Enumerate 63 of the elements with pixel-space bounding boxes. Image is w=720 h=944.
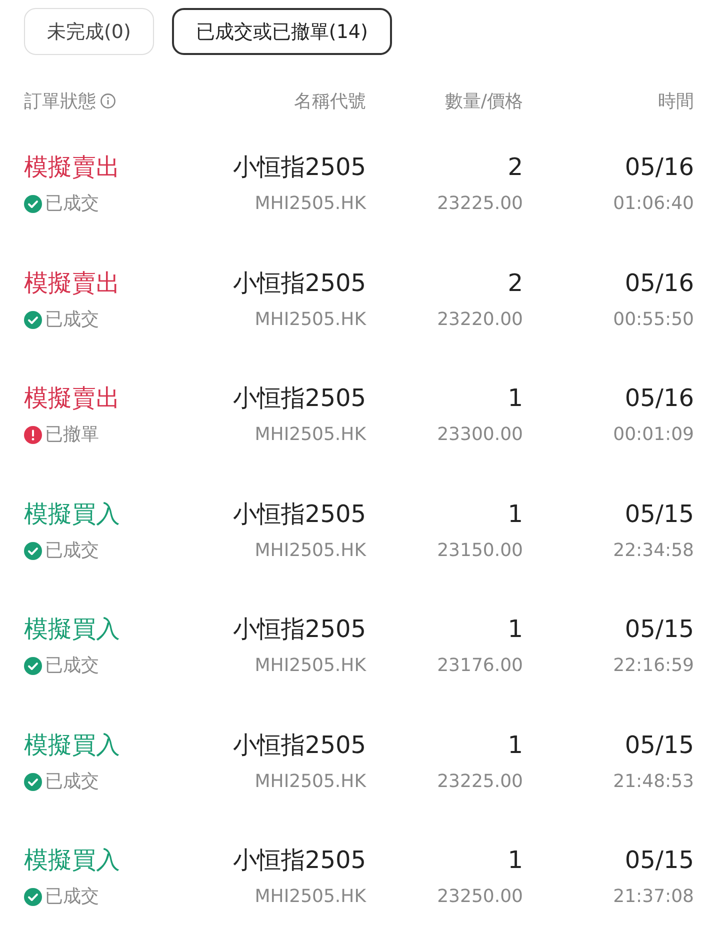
order-quantity: 1 [508, 730, 523, 760]
order-status: 已成交 [45, 192, 99, 216]
product-code: MHI2505.HK [254, 308, 366, 332]
column-header: 時間 [658, 90, 694, 113]
order-status: 已成交 [45, 538, 99, 562]
order-quantity: 1 [508, 383, 523, 414]
order-date: 05/15 [624, 498, 694, 530]
product-code: MHI2505.HK [254, 885, 366, 909]
order-quantity: 1 [508, 498, 523, 530]
order-price: 23225.00 [437, 770, 523, 794]
product-name: 小恒指2505 [232, 268, 366, 298]
order-quantity: 2 [508, 268, 523, 298]
product-name: 小恒指2505 [232, 498, 366, 530]
column-header: 數量/價格 [444, 90, 523, 113]
order-side: 模擬賣出 [24, 152, 120, 183]
order-status: 已成交 [45, 654, 99, 678]
order-side: 模擬買入 [24, 614, 120, 645]
product-code: MHI2505.HK [254, 654, 366, 678]
order-date: 05/15 [624, 730, 694, 760]
order-side: 模擬買入 [24, 845, 120, 876]
order-price: 23176.00 [437, 654, 523, 678]
order-time: 01:06:40 [613, 192, 694, 216]
order-time: 22:16:59 [613, 654, 694, 678]
order-side: 模擬買入 [24, 730, 120, 760]
order-time: 00:01:09 [613, 423, 694, 447]
order-time: 00:55:50 [613, 308, 694, 332]
order-date: 05/15 [624, 845, 694, 876]
order-price: 23225.00 [437, 192, 523, 216]
product-name: 小恒指2505 [232, 152, 366, 183]
product-name: 小恒指2505 [232, 845, 366, 876]
order-quantity: 1 [508, 614, 523, 645]
order-side: 模擬賣出 [24, 383, 120, 414]
product-code: MHI2505.HK [254, 538, 366, 562]
order-price: 23300.00 [437, 423, 523, 447]
info-icon[interactable] [100, 93, 116, 109]
product-code: MHI2505.HK [254, 770, 366, 794]
filter-tab[interactable]: 未完成(0) [24, 8, 154, 55]
order-side: 模擬買入 [24, 498, 120, 530]
order-price: 23150.00 [437, 538, 523, 562]
order-status: 已成交 [45, 770, 99, 794]
order-date: 05/16 [624, 268, 694, 298]
order-status: 已撤單 [45, 423, 99, 447]
order-date: 05/16 [624, 383, 694, 414]
order-time: 21:37:08 [613, 885, 694, 909]
order-time: 22:34:58 [613, 538, 694, 562]
order-date: 05/15 [624, 614, 694, 645]
order-price: 23220.00 [437, 308, 523, 332]
product-name: 小恒指2505 [232, 614, 366, 645]
order-status: 已成交 [45, 885, 99, 909]
order-side: 模擬賣出 [24, 268, 120, 298]
product-code: MHI2505.HK [254, 192, 366, 216]
column-header: 訂單狀態 [24, 90, 96, 113]
order-time: 21:48:53 [613, 770, 694, 794]
column-header: 名稱代號 [294, 90, 366, 113]
order-date: 05/16 [624, 152, 694, 183]
product-name: 小恒指2505 [232, 730, 366, 760]
product-name: 小恒指2505 [232, 383, 366, 414]
product-code: MHI2505.HK [254, 423, 366, 447]
order-quantity: 1 [508, 845, 523, 876]
order-status: 已成交 [45, 308, 99, 332]
filter-tab[interactable]: 已成交或已撤單(14) [172, 8, 392, 55]
order-price: 23250.00 [437, 885, 523, 909]
order-quantity: 2 [508, 152, 523, 183]
